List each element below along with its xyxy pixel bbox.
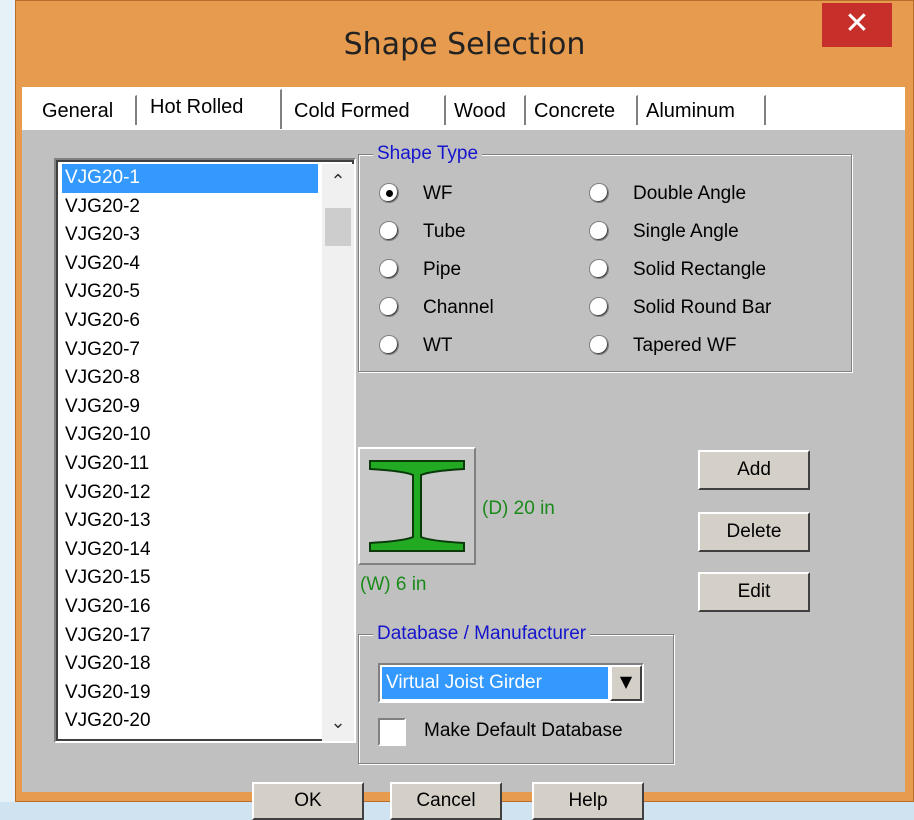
shape-type-group: Shape Type WF Tube Pipe Channel WT Double An… [358,143,852,372]
delete-button[interactable]: Delete [698,512,810,552]
shape-type-label: Channel [423,297,494,318]
dropdown-arrow-icon[interactable]: ▼ [610,665,642,701]
radio-button-icon[interactable] [589,259,609,279]
shape-type-label: Solid Rectangle [633,259,767,280]
help-button[interactable]: Help [532,782,644,820]
shape-listbox[interactable]: VJG20-1 VJG20-2 VJG20-3 VJG20-4 VJG20-5 VJG20… [54,158,356,743]
radio-button-icon[interactable] [589,297,609,317]
tab-general[interactable]: General [36,95,137,125]
list-item[interactable]: VJG20-4 [62,250,318,279]
scroll-thumb[interactable] [325,208,351,246]
shape-type-label: Double Angle [633,183,747,204]
radio-button-icon[interactable] [589,183,609,203]
database-selected-value: Virtual Joist Girder [382,667,608,699]
list-item[interactable]: VJG20-8 [62,364,318,393]
shape-type-label: Tube [423,221,466,242]
list-scrollbar[interactable]: ⌃ ⌄ [322,164,354,741]
list-item[interactable]: VJG20-18 [62,650,318,679]
list-item[interactable]: VJG20-20 [62,707,318,736]
list-item[interactable]: VJG20-1 [62,164,318,193]
ok-button[interactable]: OK [252,782,364,820]
radio-button-icon[interactable] [589,221,609,241]
tab-wood[interactable]: Wood [448,95,526,125]
list-item[interactable]: VJG20-12 [62,479,318,508]
list-item[interactable]: VJG20-2 [62,193,318,222]
tab-concrete[interactable]: Concrete [528,95,638,125]
hot-rolled-pane: VJG20-1 VJG20-2 VJG20-3 VJG20-4 VJG20-5 VJG20… [22,129,905,820]
add-button[interactable]: Add [698,450,810,490]
title-bar[interactable]: Shape Selection ✕ [16,1,913,91]
tab-aluminum[interactable]: Aluminum [640,95,766,125]
radio-button-icon[interactable] [379,183,399,203]
scroll-down-icon[interactable]: ⌄ [322,705,354,741]
shape-type-label: Solid Round Bar [633,297,772,318]
list-item[interactable]: VJG20-15 [62,564,318,593]
shape-type-label: Single Angle [633,221,739,242]
list-item[interactable]: VJG20-11 [62,450,318,479]
list-item[interactable]: VJG20-14 [62,536,318,565]
list-item[interactable]: VJG20-6 [62,307,318,336]
radio-button-icon[interactable] [379,297,399,317]
window-title: Shape Selection [343,27,586,62]
list-item[interactable]: VJG20-17 [62,622,318,651]
scroll-up-icon[interactable]: ⌃ [322,164,354,200]
database-legend: Database / Manufacturer [373,623,591,645]
list-item[interactable]: VJG20-7 [62,336,318,365]
shape-type-label: WF [423,183,453,204]
close-button[interactable]: ✕ [822,3,892,47]
radio-button-icon[interactable] [379,259,399,279]
tab-strip: General Hot Rolled Cold Formed Wood Conc… [22,87,905,131]
cancel-button[interactable]: Cancel [390,782,502,820]
radio-button-icon[interactable] [589,335,609,355]
shape-type-label: WT [423,335,453,356]
shape-type-legend: Shape Type [373,143,483,165]
make-default-checkbox[interactable] [378,718,406,746]
database-combo[interactable]: Virtual Joist Girder ▼ [378,663,644,703]
shape-selection-dialog: Shape Selection ✕ General Hot Rolled Col… [15,0,914,820]
tab-hot-rolled[interactable]: Hot Rolled [144,89,282,129]
wide-flange-icon [369,460,465,552]
dialog-client-area: General Hot Rolled Cold Formed Wood Conc… [22,87,905,820]
list-item[interactable]: VJG20-9 [62,393,318,422]
list-item[interactable]: VJG20-13 [62,507,318,536]
shape-preview [358,447,476,565]
radio-button-icon[interactable] [379,335,399,355]
shape-list-items: VJG20-1 VJG20-2 VJG20-3 VJG20-4 VJG20-5 VJG20… [62,164,318,736]
tab-cold-formed[interactable]: Cold Formed [288,95,446,125]
list-item[interactable]: VJG20-16 [62,593,318,622]
radio-button-icon[interactable] [379,221,399,241]
edit-button[interactable]: Edit [698,572,810,612]
make-default-label: Make Default Database [424,720,623,741]
list-item[interactable]: VJG20-5 [62,278,318,307]
width-label: (W) 6 in [360,574,427,595]
list-item[interactable]: VJG20-3 [62,221,318,250]
list-item[interactable]: VJG20-19 [62,679,318,708]
list-item[interactable]: VJG20-10 [62,421,318,450]
shape-type-label: Tapered WF [633,335,737,356]
depth-label: (D) 20 in [482,498,555,519]
shape-type-label: Pipe [423,259,462,280]
